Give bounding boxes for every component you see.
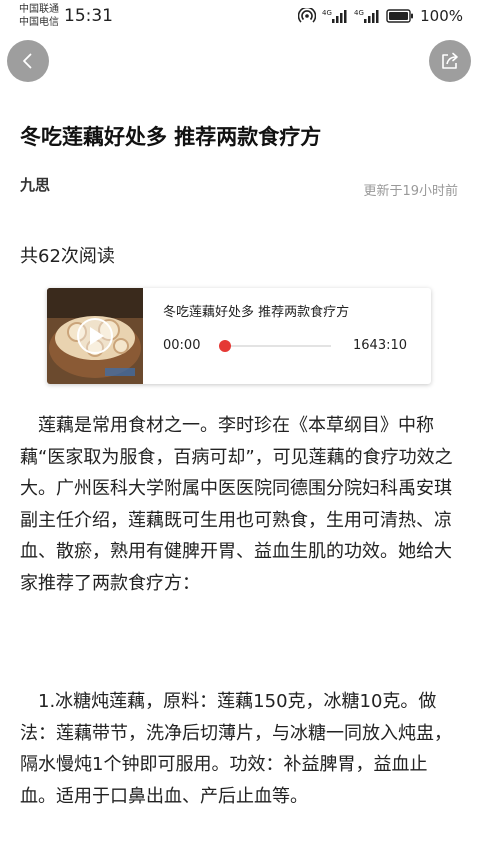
current-time: 00:00 <box>163 338 201 353</box>
svg-text:4G: 4G <box>322 9 332 17</box>
total-time: 1643:10 <box>353 338 408 353</box>
share-icon <box>442 52 458 69</box>
signal-4g-icon: 4G <box>354 8 380 24</box>
carrier-2: 中国电信 <box>19 17 59 28</box>
chevron-left-icon <box>23 53 32 69</box>
battery-icon <box>386 9 414 23</box>
signal-4g-icon: 4G <box>322 8 348 24</box>
audio-player-card[interactable]: 冬吃莲藕好处多 推荐两款食疗方 00:00 1643:10 <box>47 288 431 384</box>
carrier-1: 中国联通 <box>19 4 59 15</box>
article-paragraph: 莲藕是常用食材之一。李时珍在《本草纲目》中称藕“医家取为服食，百病可却”，可见莲… <box>20 415 453 594</box>
back-button[interactable] <box>7 40 49 82</box>
svg-text:4G: 4G <box>354 9 364 17</box>
article-page: 中国联通 中国电信 15:31 4G 4G 100% 冬吃莲藕好处多 推荐两款食… <box>0 0 478 850</box>
audio-thumbnail[interactable] <box>47 288 143 384</box>
article-title: 冬吃莲藕好处多 推荐两款食疗方 <box>20 125 322 149</box>
carrier-names: 中国联通 中国电信 <box>19 3 59 29</box>
battery-percent: 100% <box>420 7 463 25</box>
hotspot-icon <box>298 8 317 24</box>
status-bar: 中国联通 中国电信 15:31 4G 4G 100% <box>0 0 478 34</box>
audio-title: 冬吃莲藕好处多 推荐两款食疗方 <box>163 305 350 320</box>
author-name[interactable]: 九思 <box>20 174 50 195</box>
progress-track[interactable] <box>223 345 331 347</box>
update-time: 更新于19小时前 <box>363 184 458 199</box>
progress-handle[interactable] <box>219 340 231 352</box>
status-time: 15:31 <box>64 6 113 26</box>
article-paragraph: 1.冰糖炖莲藕，原料：莲藕150克，冰糖10克。做法：莲藕带节，洗净后切薄片，与… <box>20 691 452 807</box>
share-button[interactable] <box>429 40 471 82</box>
system-icons: 4G 4G 100% <box>298 7 463 25</box>
play-icon[interactable] <box>47 288 143 384</box>
read-count: 共62次阅读 <box>20 246 115 267</box>
